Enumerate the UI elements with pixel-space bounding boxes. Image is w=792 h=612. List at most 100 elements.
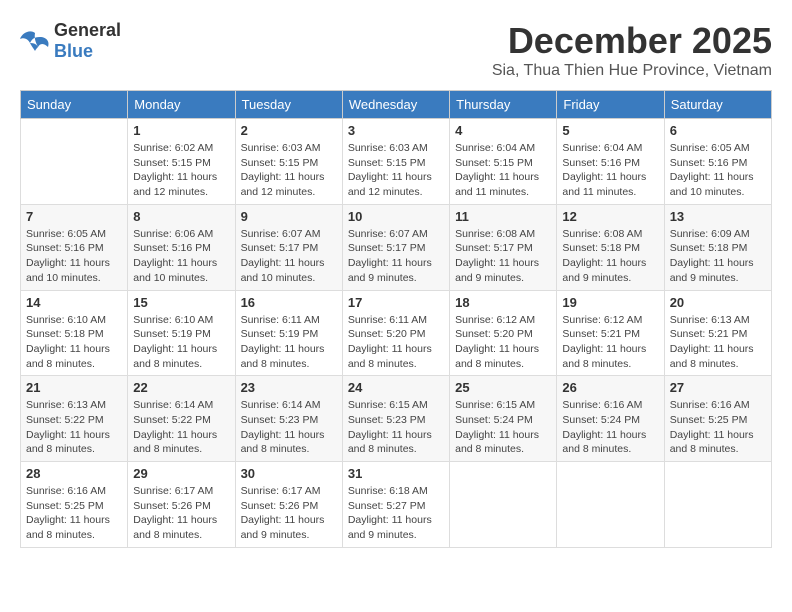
- day-info: Sunrise: 6:13 AM Sunset: 5:22 PM Dayligh…: [26, 398, 122, 457]
- day-info: Sunrise: 6:08 AM Sunset: 5:18 PM Dayligh…: [562, 227, 658, 286]
- calendar-table: SundayMondayTuesdayWednesdayThursdayFrid…: [20, 90, 772, 548]
- day-info: Sunrise: 6:15 AM Sunset: 5:24 PM Dayligh…: [455, 398, 551, 457]
- calendar-cell: 8 Sunrise: 6:06 AM Sunset: 5:16 PM Daylig…: [128, 204, 235, 290]
- calendar-cell: 24 Sunrise: 6:15 AM Sunset: 5:23 PM Dayli…: [342, 376, 449, 462]
- day-number: 12: [562, 209, 658, 224]
- calendar-cell: 1 Sunrise: 6:02 AM Sunset: 5:15 PM Daylig…: [128, 119, 235, 205]
- day-info: Sunrise: 6:16 AM Sunset: 5:25 PM Dayligh…: [26, 484, 122, 543]
- day-info: Sunrise: 6:09 AM Sunset: 5:18 PM Dayligh…: [670, 227, 766, 286]
- day-number: 13: [670, 209, 766, 224]
- day-info: Sunrise: 6:10 AM Sunset: 5:19 PM Dayligh…: [133, 313, 229, 372]
- calendar-cell: 3 Sunrise: 6:03 AM Sunset: 5:15 PM Daylig…: [342, 119, 449, 205]
- day-number: 28: [26, 466, 122, 481]
- day-number: 21: [26, 380, 122, 395]
- day-number: 8: [133, 209, 229, 224]
- calendar-cell: 21 Sunrise: 6:13 AM Sunset: 5:22 PM Dayli…: [21, 376, 128, 462]
- location-title: Sia, Thua Thien Hue Province, Vietnam: [492, 62, 772, 80]
- day-info: Sunrise: 6:17 AM Sunset: 5:26 PM Dayligh…: [133, 484, 229, 543]
- logo: General Blue: [20, 20, 121, 62]
- day-info: Sunrise: 6:05 AM Sunset: 5:16 PM Dayligh…: [26, 227, 122, 286]
- day-info: Sunrise: 6:16 AM Sunset: 5:25 PM Dayligh…: [670, 398, 766, 457]
- day-number: 11: [455, 209, 551, 224]
- day-number: 10: [348, 209, 444, 224]
- logo-bird-icon: [20, 29, 50, 53]
- day-info: Sunrise: 6:04 AM Sunset: 5:15 PM Dayligh…: [455, 141, 551, 200]
- calendar-cell: 28 Sunrise: 6:16 AM Sunset: 5:25 PM Dayli…: [21, 462, 128, 548]
- calendar-day-header: Saturday: [664, 91, 771, 119]
- month-title: December 2025: [492, 20, 772, 62]
- day-info: Sunrise: 6:11 AM Sunset: 5:20 PM Dayligh…: [348, 313, 444, 372]
- day-number: 14: [26, 295, 122, 310]
- day-info: Sunrise: 6:02 AM Sunset: 5:15 PM Dayligh…: [133, 141, 229, 200]
- day-number: 18: [455, 295, 551, 310]
- calendar-cell: 16 Sunrise: 6:11 AM Sunset: 5:19 PM Dayli…: [235, 290, 342, 376]
- day-number: 7: [26, 209, 122, 224]
- calendar-week-row: 7 Sunrise: 6:05 AM Sunset: 5:16 PM Daylig…: [21, 204, 772, 290]
- calendar-cell: [21, 119, 128, 205]
- day-info: Sunrise: 6:11 AM Sunset: 5:19 PM Dayligh…: [241, 313, 337, 372]
- calendar-day-header: Thursday: [450, 91, 557, 119]
- day-number: 16: [241, 295, 337, 310]
- calendar-day-header: Tuesday: [235, 91, 342, 119]
- calendar-cell: 12 Sunrise: 6:08 AM Sunset: 5:18 PM Dayli…: [557, 204, 664, 290]
- day-info: Sunrise: 6:10 AM Sunset: 5:18 PM Dayligh…: [26, 313, 122, 372]
- day-number: 9: [241, 209, 337, 224]
- calendar-cell: 14 Sunrise: 6:10 AM Sunset: 5:18 PM Dayli…: [21, 290, 128, 376]
- calendar-cell: 31Sunrise: 6:18 AM Sunset: 5:27 PM Dayli…: [342, 462, 449, 548]
- calendar-cell: 5 Sunrise: 6:04 AM Sunset: 5:16 PM Daylig…: [557, 119, 664, 205]
- calendar-day-header: Wednesday: [342, 91, 449, 119]
- calendar-cell: 7 Sunrise: 6:05 AM Sunset: 5:16 PM Daylig…: [21, 204, 128, 290]
- calendar-cell: 17 Sunrise: 6:11 AM Sunset: 5:20 PM Dayli…: [342, 290, 449, 376]
- day-number: 17: [348, 295, 444, 310]
- calendar-header-row: SundayMondayTuesdayWednesdayThursdayFrid…: [21, 91, 772, 119]
- day-info: Sunrise: 6:03 AM Sunset: 5:15 PM Dayligh…: [241, 141, 337, 200]
- calendar-cell: 9 Sunrise: 6:07 AM Sunset: 5:17 PM Daylig…: [235, 204, 342, 290]
- day-info: Sunrise: 6:14 AM Sunset: 5:22 PM Dayligh…: [133, 398, 229, 457]
- logo-blue-text: Blue: [54, 41, 93, 61]
- calendar-cell: 10Sunrise: 6:07 AM Sunset: 5:17 PM Dayli…: [342, 204, 449, 290]
- day-number: 4: [455, 123, 551, 138]
- calendar-cell: 29 Sunrise: 6:17 AM Sunset: 5:26 PM Dayli…: [128, 462, 235, 548]
- calendar-cell: 18Sunrise: 6:12 AM Sunset: 5:20 PM Dayli…: [450, 290, 557, 376]
- day-info: Sunrise: 6:06 AM Sunset: 5:16 PM Dayligh…: [133, 227, 229, 286]
- calendar-week-row: 14 Sunrise: 6:10 AM Sunset: 5:18 PM Dayli…: [21, 290, 772, 376]
- calendar-cell: 6 Sunrise: 6:05 AM Sunset: 5:16 PM Daylig…: [664, 119, 771, 205]
- day-number: 29: [133, 466, 229, 481]
- day-number: 6: [670, 123, 766, 138]
- calendar-week-row: 28 Sunrise: 6:16 AM Sunset: 5:25 PM Dayli…: [21, 462, 772, 548]
- day-number: 22: [133, 380, 229, 395]
- day-number: 24: [348, 380, 444, 395]
- calendar-cell: 2 Sunrise: 6:03 AM Sunset: 5:15 PM Daylig…: [235, 119, 342, 205]
- day-info: Sunrise: 6:07 AM Sunset: 5:17 PM Dayligh…: [241, 227, 337, 286]
- day-number: 15: [133, 295, 229, 310]
- calendar-week-row: 21 Sunrise: 6:13 AM Sunset: 5:22 PM Dayli…: [21, 376, 772, 462]
- day-info: Sunrise: 6:12 AM Sunset: 5:21 PM Dayligh…: [562, 313, 658, 372]
- calendar-day-header: Sunday: [21, 91, 128, 119]
- day-info: Sunrise: 6:05 AM Sunset: 5:16 PM Dayligh…: [670, 141, 766, 200]
- day-info: Sunrise: 6:08 AM Sunset: 5:17 PM Dayligh…: [455, 227, 551, 286]
- day-number: 2: [241, 123, 337, 138]
- calendar-cell: 19Sunrise: 6:12 AM Sunset: 5:21 PM Dayli…: [557, 290, 664, 376]
- day-info: Sunrise: 6:14 AM Sunset: 5:23 PM Dayligh…: [241, 398, 337, 457]
- day-info: Sunrise: 6:03 AM Sunset: 5:15 PM Dayligh…: [348, 141, 444, 200]
- day-info: Sunrise: 6:16 AM Sunset: 5:24 PM Dayligh…: [562, 398, 658, 457]
- calendar-cell: 23 Sunrise: 6:14 AM Sunset: 5:23 PM Dayli…: [235, 376, 342, 462]
- day-number: 20: [670, 295, 766, 310]
- calendar-cell: 13 Sunrise: 6:09 AM Sunset: 5:18 PM Dayli…: [664, 204, 771, 290]
- calendar-cell: 22 Sunrise: 6:14 AM Sunset: 5:22 PM Dayli…: [128, 376, 235, 462]
- calendar-day-header: Friday: [557, 91, 664, 119]
- day-number: 1: [133, 123, 229, 138]
- title-block: December 2025 Sia, Thua Thien Hue Provin…: [492, 20, 772, 80]
- day-number: 3: [348, 123, 444, 138]
- calendar-cell: 26Sunrise: 6:16 AM Sunset: 5:24 PM Dayli…: [557, 376, 664, 462]
- day-number: 23: [241, 380, 337, 395]
- day-info: Sunrise: 6:04 AM Sunset: 5:16 PM Dayligh…: [562, 141, 658, 200]
- day-number: 27: [670, 380, 766, 395]
- calendar-cell: 30Sunrise: 6:17 AM Sunset: 5:26 PM Dayli…: [235, 462, 342, 548]
- day-number: 5: [562, 123, 658, 138]
- page-header: General Blue December 2025 Sia, Thua Thi…: [20, 20, 772, 80]
- day-info: Sunrise: 6:17 AM Sunset: 5:26 PM Dayligh…: [241, 484, 337, 543]
- day-info: Sunrise: 6:13 AM Sunset: 5:21 PM Dayligh…: [670, 313, 766, 372]
- day-info: Sunrise: 6:15 AM Sunset: 5:23 PM Dayligh…: [348, 398, 444, 457]
- calendar-week-row: 1 Sunrise: 6:02 AM Sunset: 5:15 PM Daylig…: [21, 119, 772, 205]
